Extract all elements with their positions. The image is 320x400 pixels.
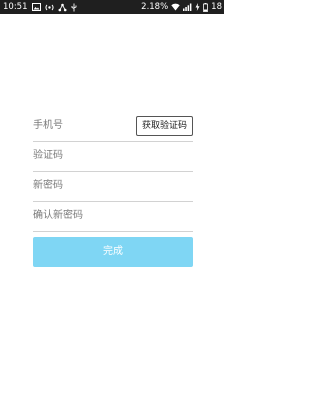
confirm-password-input[interactable] (33, 202, 193, 230)
verification-code-input[interactable] (33, 142, 193, 170)
status-bar-right: 2.18% 18 (141, 0, 222, 14)
status-bar-left: 10:51 (3, 0, 77, 14)
battery-level: 18 (211, 2, 222, 12)
usb-icon (71, 0, 77, 14)
charging-icon (195, 0, 200, 14)
signal-icon (183, 0, 192, 14)
image-icon (31, 0, 41, 14)
share-icon (58, 0, 67, 14)
battery-icon (203, 0, 209, 14)
phone-field-row: 获取验证码 (33, 112, 193, 142)
confirm-password-field-row (33, 202, 193, 232)
new-password-field-row (33, 172, 193, 202)
broadcast-icon (44, 0, 54, 14)
done-button[interactable]: 完成 (33, 237, 193, 267)
get-code-button[interactable]: 获取验证码 (135, 116, 193, 136)
new-password-input[interactable] (33, 172, 193, 200)
wifi-icon (171, 0, 180, 14)
reset-password-form: 获取验证码 (33, 112, 193, 232)
code-field-row (33, 142, 193, 172)
status-bar: 10:51 2.18% 18 (0, 0, 224, 14)
status-time: 10:51 (3, 2, 28, 12)
network-speed: 2.18% (141, 2, 169, 12)
